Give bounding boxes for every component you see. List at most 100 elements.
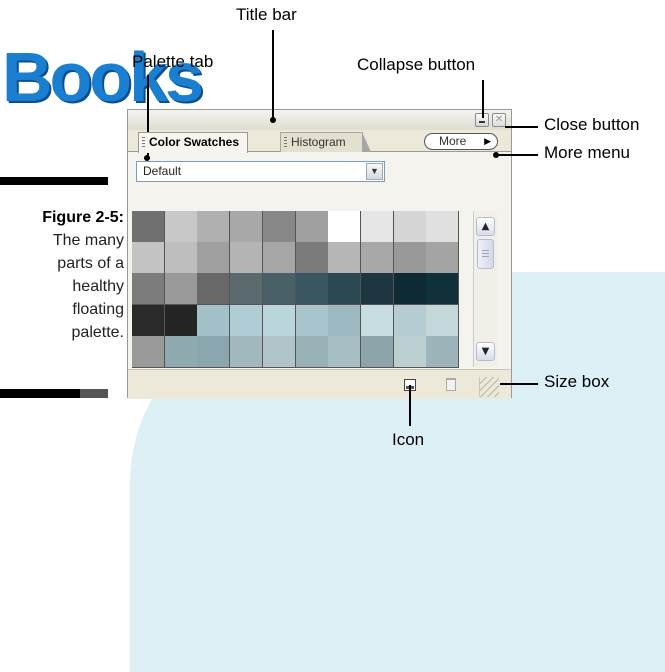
more-button-label: More [439,134,467,148]
leader-dot-palette-tab [144,155,150,161]
palette-content: Default ▼ ▲ ▼ [128,152,511,399]
figure-divider-bottom [0,389,108,398]
color-swatch[interactable] [262,211,296,243]
color-swatch[interactable] [328,242,362,275]
color-swatch[interactable] [132,242,165,275]
figure-divider-top [0,177,108,185]
figure-caption: Figure 2-5: The many parts of a healthy … [0,206,124,344]
color-swatch[interactable] [262,335,296,368]
chevron-down-icon[interactable]: ▼ [366,163,383,180]
color-swatch[interactable] [360,273,394,306]
leader-dot-title-bar [270,117,276,123]
color-swatch[interactable] [262,273,296,306]
callout-collapse-button: Collapse button [357,55,476,74]
color-swatch[interactable] [295,273,329,306]
leader-line-collapse [482,80,484,118]
color-swatch[interactable] [197,242,231,275]
figure-caption-line: parts of a [57,255,124,272]
color-swatch[interactable] [197,335,231,368]
color-swatch[interactable] [393,211,427,243]
callout-close-button: Close button [544,115,640,134]
color-swatch[interactable] [328,335,362,368]
more-menu-button[interactable]: More ▶ [424,133,498,150]
color-swatch[interactable] [197,304,231,337]
tab-label: Color Swatches [149,135,240,149]
vertical-scrollbar[interactable]: ▲ ▼ [473,211,497,367]
color-swatch[interactable] [426,335,460,368]
size-box[interactable] [479,377,499,397]
color-swatch[interactable] [132,335,165,368]
figure-caption-line: healthy [72,278,124,295]
trash-icon[interactable] [446,378,456,391]
scroll-down-button[interactable]: ▼ [476,342,495,361]
palette-bottom-bar [128,369,511,399]
color-swatch[interactable] [230,211,264,243]
color-swatch[interactable] [164,242,198,275]
color-swatch[interactable] [393,304,427,337]
color-swatch[interactable] [230,335,264,368]
color-swatch[interactable] [164,273,198,306]
figure-caption-line: palette. [71,324,124,341]
color-swatch[interactable] [426,304,460,337]
color-swatch[interactable] [426,211,460,243]
color-swatch[interactable] [230,304,264,337]
figure-caption-line: floating [72,301,124,318]
color-swatch[interactable] [262,242,296,275]
callout-more-menu: More menu [544,143,630,162]
swatch-set-value: Default [143,164,182,178]
swatch-grid [132,211,460,368]
figure-label: Figure 2-5: [42,209,124,226]
color-swatch[interactable] [230,242,264,275]
leader-line-more [497,154,538,156]
tab-color-swatches[interactable]: Color Swatches [138,132,249,153]
color-swatch[interactable] [426,273,460,306]
color-swatch[interactable] [328,304,362,337]
color-swatch[interactable] [360,335,394,368]
color-swatch[interactable] [295,242,329,275]
color-swatch[interactable] [328,211,362,243]
color-swatch[interactable] [164,335,198,368]
leader-line-icon [409,385,411,426]
figure-caption-line: The many [52,232,124,249]
tab-grip-icon [284,137,287,148]
swatch-set-select[interactable]: Default ▼ [136,161,385,182]
leader-dot-more [493,152,499,158]
palette-tab-strip: Color Swatches Histogram More ▶ [128,130,511,153]
close-button[interactable]: ✕ [492,113,506,127]
tab-label: Histogram [291,135,346,149]
color-swatch[interactable] [230,273,264,306]
leader-line-size-box [500,383,538,385]
color-swatch[interactable] [360,242,394,275]
color-swatch[interactable] [360,304,394,337]
color-swatch[interactable] [393,242,427,275]
floating-palette: ✕ Color Swatches Histogram More ▶ Defaul… [127,109,512,399]
callout-title-bar: Title bar [236,5,297,24]
callout-icon: Icon [392,430,425,449]
scroll-thumb[interactable] [477,239,494,269]
color-swatch[interactable] [426,242,460,275]
color-swatch[interactable] [295,304,329,337]
color-swatch[interactable] [295,211,329,243]
color-swatch[interactable] [132,304,165,337]
color-swatch[interactable] [262,304,296,337]
color-swatch[interactable] [164,211,198,243]
color-swatch[interactable] [393,335,427,368]
color-swatch[interactable] [328,273,362,306]
callout-palette-tab: Palette tab [132,52,214,71]
color-swatch[interactable] [197,273,231,306]
color-swatch[interactable] [132,211,165,243]
color-swatch[interactable] [295,335,329,368]
palette-title-bar[interactable]: ✕ [128,110,511,130]
color-swatch[interactable] [197,211,231,243]
leader-line-close [505,126,538,128]
callout-size-box: Size box [544,372,610,391]
color-swatch[interactable] [360,211,394,243]
color-swatch[interactable] [393,273,427,306]
triangle-right-icon: ▶ [484,136,491,146]
leader-line-title-bar [272,30,274,120]
scroll-up-button[interactable]: ▲ [476,217,495,236]
tab-histogram[interactable]: Histogram [280,132,371,152]
color-swatch[interactable] [164,304,198,337]
color-swatch[interactable] [132,273,165,306]
tab-grip-icon [142,137,145,148]
